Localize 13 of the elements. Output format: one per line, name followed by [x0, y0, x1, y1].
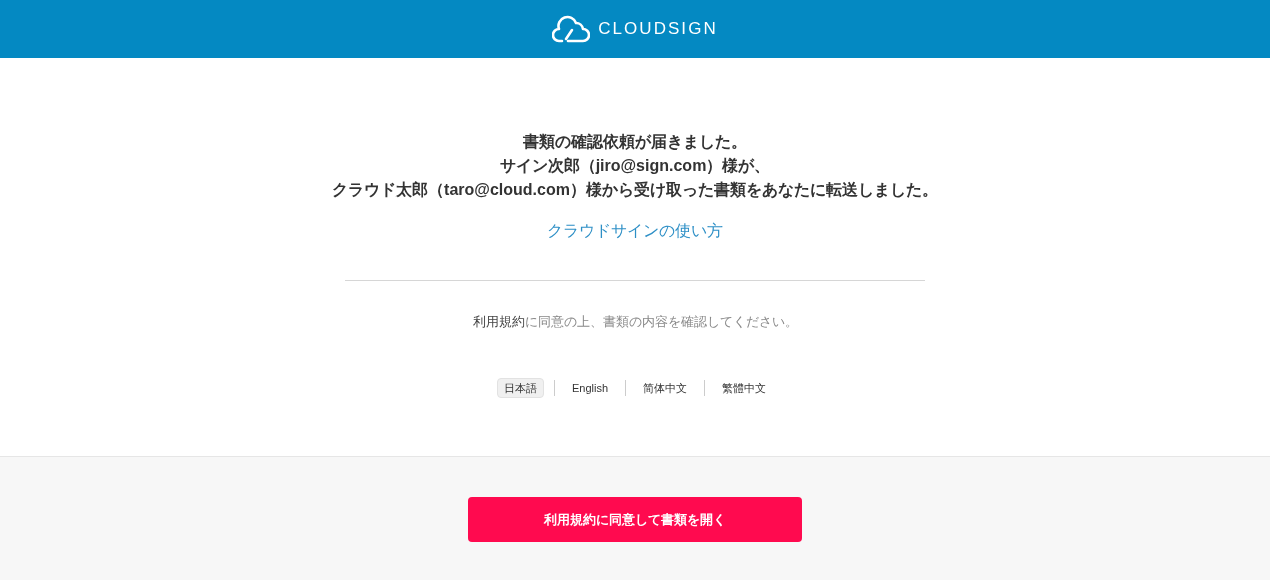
help-link[interactable]: クラウドサインの使い方: [547, 219, 723, 243]
message-line: サイン次郎（jiro@sign.com）様が、: [499, 156, 771, 176]
message-line: クラウド太郎（taro@cloud.com）様から受け取った書類をあなたに転送しました。: [332, 180, 938, 201]
terms-notice: 利用規約に同意の上、書類の内容を確認してください。: [472, 313, 798, 331]
language-option[interactable]: 简体中文: [636, 378, 695, 398]
language-option[interactable]: 日本語: [496, 378, 544, 398]
terms-link[interactable]: 利用規約: [472, 314, 525, 329]
language-option[interactable]: 繁體中文: [715, 378, 774, 398]
open-documents-button[interactable]: 利用規約に同意して書類を開く: [468, 497, 802, 542]
logo-text: CLOUDSIGN: [598, 18, 718, 41]
message-line: 書類の確認依頼が届きました。: [523, 132, 747, 152]
language-option[interactable]: English: [564, 378, 616, 398]
cloud-logo-icon: [552, 15, 591, 43]
